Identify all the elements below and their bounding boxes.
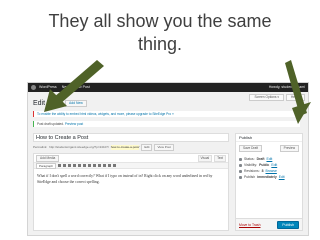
publish-heading: Publish [236, 134, 302, 142]
editor-content[interactable]: What if I don't spell a word correctly? … [37, 174, 225, 185]
align-left-icon[interactable] [73, 164, 77, 167]
publish-major-actions: Move to Trash Publish [236, 218, 302, 230]
wordpress-edit-post-screenshot: WordPress New View Post Howdy, studentor… [27, 82, 309, 236]
permalink-base[interactable]: http://studentorigami.siteedge.org/?p=24… [49, 145, 109, 150]
publish-time-edit-link[interactable]: Edit [279, 174, 285, 180]
slide-title: They all show you the same thing. [0, 10, 320, 56]
publish-button[interactable]: Publish [277, 220, 299, 229]
paste-text-icon[interactable] [88, 164, 92, 167]
publish-minor-actions: Save Draft Preview [236, 142, 302, 155]
screen-meta-links: Screen Options ▾ Help ▾ [249, 94, 305, 101]
text-color-icon[interactable] [83, 164, 87, 167]
italic-icon[interactable] [63, 164, 67, 167]
admin-bar-new[interactable]: New [62, 83, 69, 92]
move-to-trash-link[interactable]: Move to Trash [239, 223, 260, 227]
tab-visual[interactable]: Visual [197, 155, 213, 162]
undo-icon[interactable] [108, 164, 112, 167]
admin-bar-view-post[interactable]: View Post [74, 83, 90, 92]
add-media-button[interactable]: Add Media [36, 155, 60, 162]
post-editor: Add Media Visual Text Paragraph What if … [33, 153, 229, 231]
redo-icon[interactable] [113, 164, 117, 167]
slide-title-line-1: They all show you the same [48, 11, 272, 31]
permalink-slug[interactable]: how-to-create-a-post/ [110, 145, 140, 150]
page-header: Edit Post Add New [33, 99, 87, 108]
admin-bar-greeting[interactable]: Howdy, studentorigami [269, 83, 305, 92]
admin-bar: WordPress New View Post Howdy, studentor… [28, 83, 308, 92]
admin-bar-site[interactable]: WordPress [39, 83, 57, 92]
tab-text[interactable]: Text [214, 155, 226, 162]
upgrade-notice-link[interactable]: To enable the ability to embed html vide… [37, 112, 174, 116]
permalink-edit-button[interactable]: Edit [141, 144, 153, 151]
permalink-row: Permalink: http://studentorigami.siteedg… [33, 144, 174, 151]
save-draft-button[interactable]: Save Draft [239, 145, 263, 152]
editor-toolbar: Paragraph [34, 162, 228, 169]
screen-options-button[interactable]: Screen Options ▾ [249, 94, 284, 101]
permalink-label: Permalink: [33, 145, 48, 149]
publish-time-row: Publish immediately Edit [239, 174, 299, 180]
bold-icon[interactable] [58, 164, 62, 167]
indent-icon[interactable] [103, 164, 107, 167]
post-updated-text: Post draft updated. [37, 122, 64, 126]
special-character-icon[interactable] [98, 164, 102, 167]
pin-icon [239, 157, 242, 161]
slide-title-line-2: thing. [137, 34, 183, 54]
upgrade-notice[interactable]: To enable the ability to embed html vide… [33, 111, 300, 117]
clear-formatting-icon[interactable] [93, 164, 97, 167]
preview-post-link[interactable]: Preview post [65, 122, 83, 126]
wordpress-logo-icon[interactable] [31, 85, 36, 90]
help-button[interactable]: Help ▾ [285, 94, 305, 101]
align-center-icon[interactable] [78, 164, 82, 167]
view-post-button[interactable]: View Post [154, 144, 174, 151]
eye-icon [239, 163, 242, 167]
publish-time-label: Publish [244, 175, 256, 179]
publish-misc: Status: Draft Edit Visibility: Public Ed… [236, 155, 302, 181]
publish-time-value: immediately [257, 175, 277, 179]
publish-box: Publish Save Draft Preview Status: Draft… [235, 133, 303, 231]
post-title-input[interactable]: How to Create a Post [33, 133, 229, 142]
editor-tabs: Visual Text [197, 155, 226, 162]
post-updated-notice: Post draft updated. Preview post [33, 121, 300, 127]
add-new-button[interactable]: Add New [65, 100, 87, 107]
underline-icon[interactable] [68, 164, 72, 167]
preview-button[interactable]: Preview [279, 145, 299, 152]
format-select[interactable]: Paragraph [36, 162, 57, 169]
page-title: Edit Post [33, 100, 62, 107]
revisions-icon [239, 169, 242, 173]
calendar-icon [239, 175, 242, 179]
